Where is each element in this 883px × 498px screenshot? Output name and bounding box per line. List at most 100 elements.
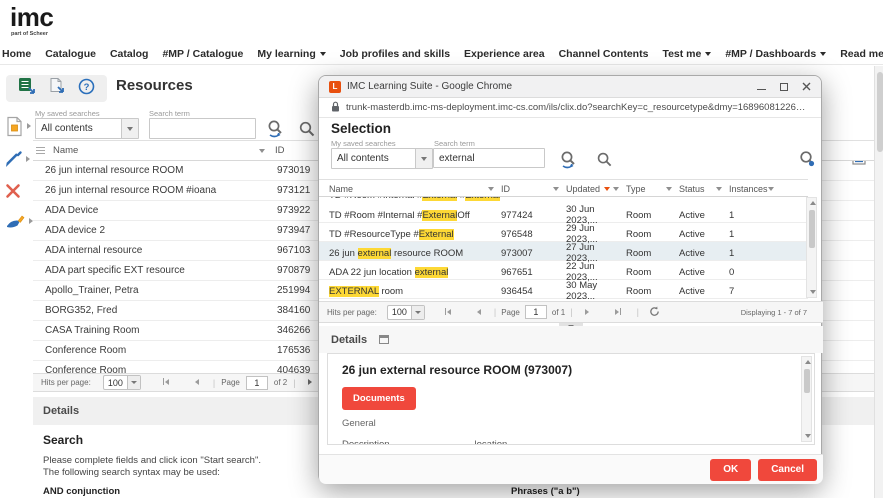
filter-caret-icon[interactable] (768, 187, 774, 191)
minimize-icon[interactable] (757, 84, 766, 90)
scroll-down-icon[interactable] (805, 434, 811, 438)
saved-searches-value: All contents (36, 123, 121, 134)
row-cell: 0 (729, 267, 779, 278)
saved-searches-select[interactable]: All contents (35, 118, 139, 139)
popup-urlbar[interactable]: trunk-masterdb.imc-ms-deployment.imc-cs.… (319, 98, 821, 118)
row-cell: Active (679, 286, 729, 297)
column-header-id[interactable]: ID (275, 145, 285, 156)
scrollbar-thumb[interactable] (877, 72, 883, 152)
nav-item[interactable]: Catalog (110, 48, 149, 60)
page-number-input[interactable] (246, 376, 268, 390)
search-term-input[interactable] (433, 148, 545, 168)
saved-searches-select[interactable]: All contents (331, 148, 433, 169)
details-section-header[interactable]: Details (319, 326, 823, 353)
imc-logo[interactable]: imc (10, 4, 53, 30)
sign-button[interactable] (5, 209, 35, 233)
report-export-icon[interactable] (48, 77, 66, 100)
general-section-label[interactable]: General (342, 418, 376, 429)
filter-caret-icon[interactable] (716, 187, 722, 191)
nav-item[interactable]: Home (2, 48, 31, 60)
search-term-input[interactable] (149, 118, 256, 139)
column-header-name[interactable]: Name (33, 145, 275, 156)
row-cell: Active (679, 248, 729, 259)
delete-button[interactable] (5, 179, 35, 203)
table-row[interactable]: EXTERNAL room93645430 May 2023...RoomAct… (319, 280, 808, 299)
nav-item[interactable]: #MP / Dashboards (725, 48, 826, 60)
nav-item[interactable]: My learning (257, 48, 325, 60)
nav-item[interactable]: Channel Contents (559, 48, 649, 60)
table-row[interactable]: 26 jun external resource ROOM97300727 Ju… (319, 242, 808, 261)
column-header-name[interactable]: Name (329, 180, 501, 198)
filter-caret-icon[interactable] (613, 187, 619, 191)
cancel-button[interactable]: Cancel (758, 459, 817, 481)
first-page-button[interactable] (445, 308, 451, 317)
nav-item[interactable]: #MP / Catalogue (162, 48, 243, 60)
table-scrollbar[interactable] (806, 197, 817, 298)
drag-handle-icon[interactable] (36, 147, 45, 154)
documents-button[interactable]: Documents (342, 387, 416, 410)
help-icon[interactable]: ? (78, 78, 95, 100)
excel-export-icon[interactable] (18, 77, 37, 100)
nav-item[interactable]: Experience area (464, 48, 545, 60)
filter-caret-icon[interactable] (259, 149, 265, 153)
nav-item[interactable]: Read me (840, 48, 883, 60)
chevron-down-icon[interactable] (415, 149, 432, 168)
scroll-down-icon[interactable] (810, 290, 816, 294)
nav-item[interactable]: Catalogue (45, 48, 96, 60)
table-row[interactable]: TD #Room #Internal #External #External .… (319, 197, 808, 204)
table-row[interactable]: ADA 22 jun location external96765122 Jun… (319, 261, 808, 280)
filter-caret-icon[interactable] (488, 187, 494, 191)
popup-titlebar[interactable]: L IMC Learning Suite - Google Chrome (319, 76, 821, 98)
row-cell: 977424 (501, 210, 566, 221)
column-header-id[interactable]: ID (501, 180, 566, 198)
row-cell: 1 (729, 229, 779, 240)
scrollbar-thumb[interactable] (804, 369, 810, 393)
first-page-button[interactable] (163, 378, 169, 387)
search-help-phrases: Phrases ("a b") (511, 486, 580, 497)
sort-desc-icon[interactable] (604, 187, 610, 191)
search-settings-icon[interactable] (798, 150, 817, 174)
hits-per-page-select[interactable]: 100 (387, 305, 425, 320)
row-id-cell: 970879 (277, 265, 310, 276)
row-cell: Room (626, 267, 679, 278)
row-name-cell: EXTERNAL room (329, 286, 501, 297)
scrollbar-thumb[interactable] (809, 210, 815, 248)
popup-table-header: NameIDUpdatedTypeStatusInstances (319, 179, 808, 197)
table-row[interactable]: TD #Room #Internal #ExternalOff97742430 … (319, 204, 808, 223)
lock-icon (331, 99, 340, 117)
details-scrollbar[interactable] (801, 356, 812, 442)
refresh-icon[interactable] (649, 306, 660, 319)
window-restore-icon[interactable] (379, 335, 389, 344)
column-header-updated[interactable]: Updated (566, 180, 626, 198)
close-icon[interactable] (802, 78, 811, 96)
column-header-type[interactable]: Type (626, 180, 679, 198)
start-search-icon[interactable] (596, 151, 613, 173)
new-item-button[interactable] (5, 114, 35, 138)
row-id-cell: 251994 (277, 285, 310, 296)
next-page-button[interactable] (585, 308, 589, 317)
filter-caret-icon[interactable] (553, 187, 559, 191)
hits-per-page-select[interactable]: 100 (103, 375, 141, 390)
expand-caret-icon (26, 156, 30, 162)
popup-table-clipped-row[interactable]: TD #Room #Internal #External #External .… (319, 197, 808, 204)
search-profile-icon[interactable] (559, 150, 579, 175)
filter-caret-icon[interactable] (666, 187, 672, 191)
column-header-instances[interactable]: Instances (729, 180, 779, 198)
ok-button[interactable]: OK (710, 459, 751, 481)
nav-item[interactable]: Test me (662, 48, 711, 60)
prev-page-button[interactable] (477, 308, 481, 317)
page-scrollbar[interactable] (874, 66, 883, 498)
next-page-button[interactable] (308, 378, 312, 387)
maximize-icon[interactable] (780, 83, 788, 91)
last-page-button[interactable] (615, 308, 621, 317)
search-help-line: Please complete fields and click icon "S… (43, 455, 261, 466)
page-number-input[interactable] (525, 305, 547, 319)
nav-item[interactable]: Job profiles and skills (340, 48, 450, 60)
prev-page-button[interactable] (195, 378, 199, 387)
table-row[interactable]: TD #ResourceType #External97654829 Jun 2… (319, 223, 808, 242)
scroll-up-icon[interactable] (805, 360, 811, 364)
edit-button[interactable] (5, 147, 35, 171)
chevron-down-icon[interactable] (121, 119, 138, 138)
scroll-up-icon[interactable] (810, 201, 816, 205)
column-header-status[interactable]: Status (679, 180, 729, 198)
